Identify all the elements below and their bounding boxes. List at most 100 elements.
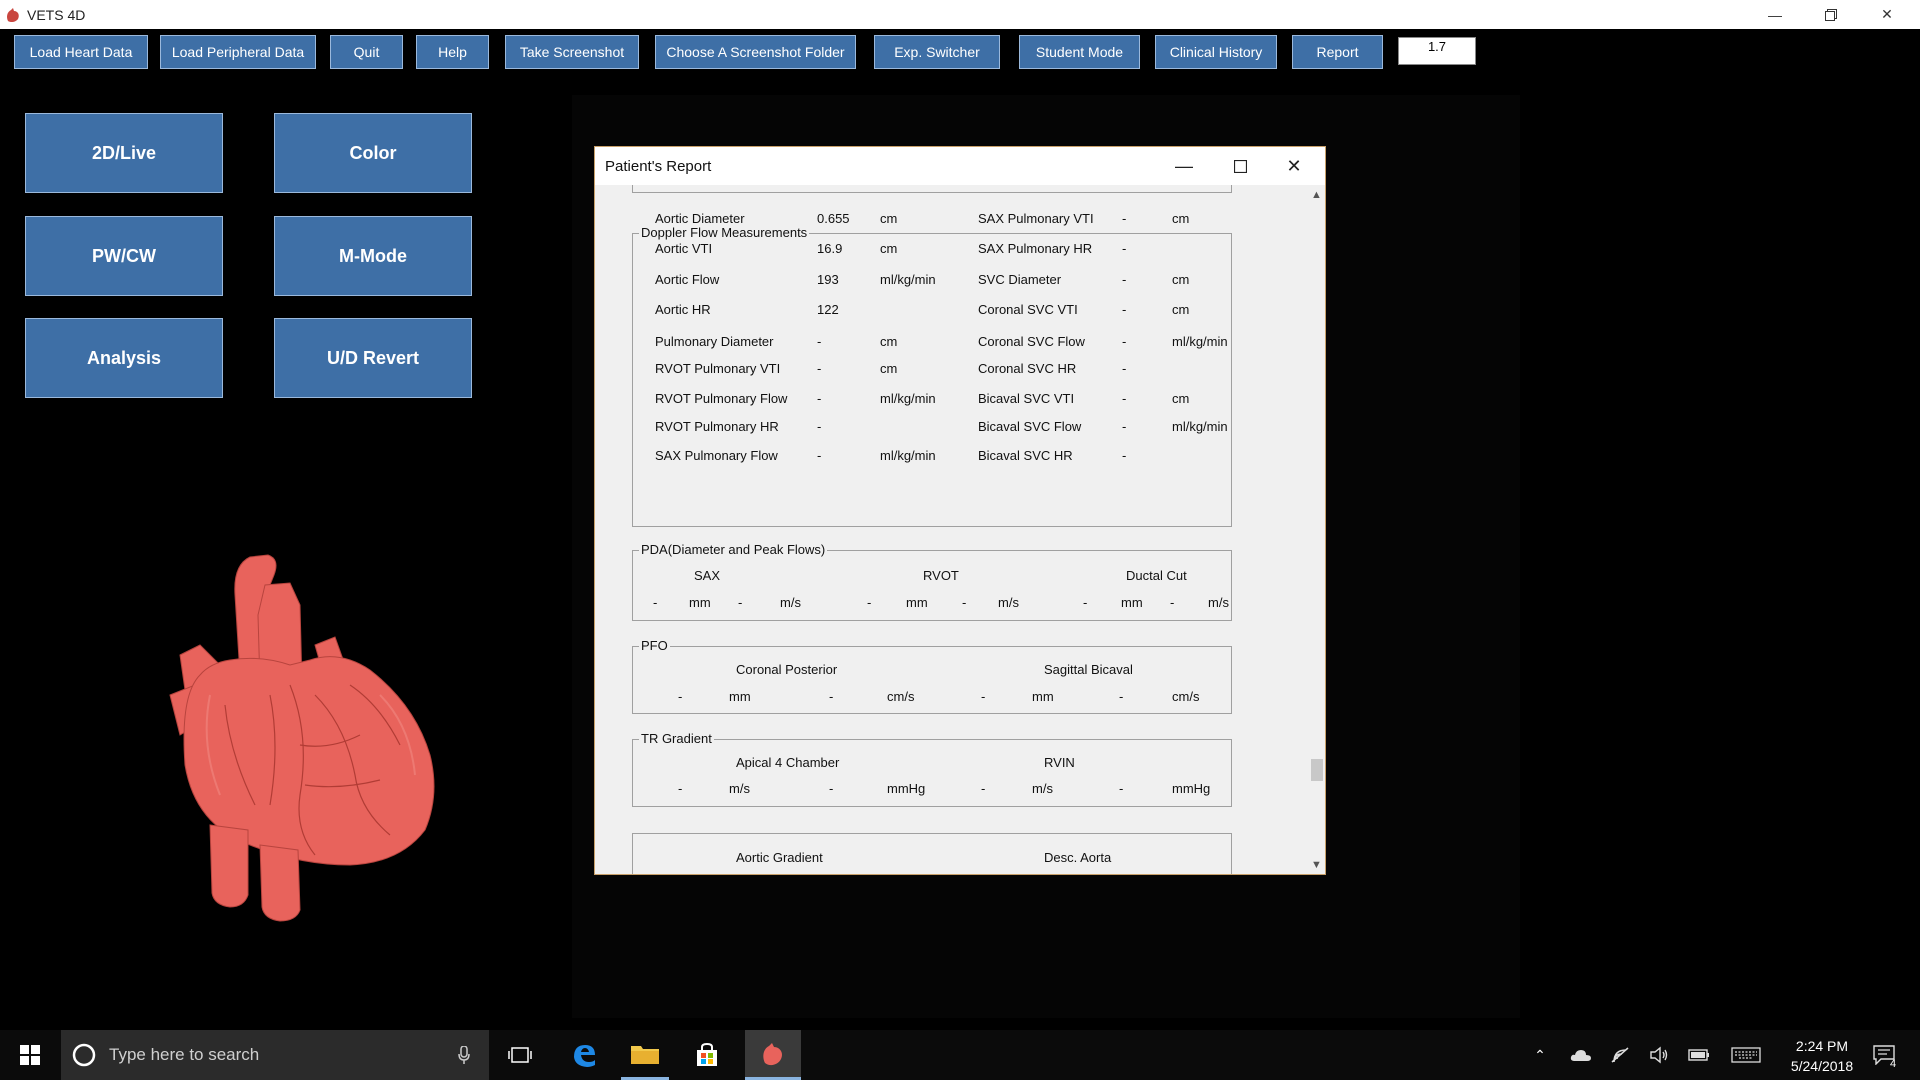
doppler-left-value: - xyxy=(817,391,822,406)
tr-apical-b: - xyxy=(829,781,834,796)
doppler-right-value: - xyxy=(1122,391,1127,406)
doppler-left-unit: cm xyxy=(880,334,898,349)
pw-cw-button[interactable]: PW/CW xyxy=(25,216,223,296)
value-field[interactable]: 1.7 xyxy=(1398,37,1476,65)
pda-header-rvot: RVOT xyxy=(923,568,959,583)
clinical-history-button[interactable]: Clinical History xyxy=(1155,35,1277,69)
pda-sax-diam: - xyxy=(653,595,658,610)
doppler-right-label: Bicaval SVC VTI xyxy=(978,391,1075,406)
doppler-right-value: - xyxy=(1122,361,1127,376)
take-screenshot-button[interactable]: Take Screenshot xyxy=(505,35,639,69)
load-heart-data-button[interactable]: Load Heart Data xyxy=(14,35,148,69)
onedrive-icon[interactable] xyxy=(1564,1030,1598,1080)
doppler-right-unit: cm xyxy=(1172,272,1190,287)
doppler-left-label: RVOT Pulmonary Flow xyxy=(655,391,788,406)
volume-icon[interactable] xyxy=(1642,1030,1676,1080)
report-maximize-icon[interactable] xyxy=(1217,147,1263,185)
search-placeholder: Type here to search xyxy=(109,1045,260,1064)
windows-start-icon[interactable] xyxy=(6,1030,54,1080)
doppler-right-value: - xyxy=(1122,419,1127,434)
doppler-right-value: - xyxy=(1122,302,1127,317)
pfo-coronal-b-unit: cm/s xyxy=(887,689,915,704)
toolbar: Load Heart Data Load Peripheral Data Qui… xyxy=(0,29,1920,75)
analysis-button[interactable]: Analysis xyxy=(25,318,223,398)
pda-sax-flow: - xyxy=(738,595,743,610)
report-button[interactable]: Report xyxy=(1292,35,1383,69)
tr-gradient-group xyxy=(632,739,1232,807)
edge-browser-icon[interactable] xyxy=(560,1030,608,1080)
patients-report-window: Patient's Report — ✕ Doppler Flow Measur… xyxy=(594,146,1326,875)
m-mode-button[interactable]: M-Mode xyxy=(274,216,472,296)
heart-3d-model[interactable] xyxy=(140,545,450,925)
doppler-flow-title: Doppler Flow Measurements xyxy=(639,225,810,240)
ud-revert-button[interactable]: U/D Revert xyxy=(274,318,472,398)
doppler-left-label: Aortic Flow xyxy=(655,272,720,287)
report-title: Patient's Report xyxy=(605,158,712,175)
color-button[interactable]: Color xyxy=(274,113,472,193)
student-mode-button[interactable]: Student Mode xyxy=(1019,35,1140,69)
doppler-left-label: Aortic Diameter xyxy=(655,211,745,226)
taskbar-clock[interactable]: 2:24 PM 5/24/2018 xyxy=(1777,1036,1867,1076)
store-icon[interactable] xyxy=(683,1030,731,1080)
aortic-gradient-header: Aortic Gradient xyxy=(736,850,823,865)
scroll-up-icon[interactable]: ▲ xyxy=(1311,189,1322,201)
close-icon[interactable]: ✕ xyxy=(1864,0,1910,29)
scroll-thumb[interactable] xyxy=(1311,759,1323,781)
vets4d-taskbar-icon[interactable] xyxy=(745,1030,801,1080)
doppler-right-unit: cm xyxy=(1172,391,1190,406)
report-title-bar: Patient's Report — ✕ xyxy=(595,147,1325,185)
task-view-icon[interactable] xyxy=(496,1030,544,1080)
pda-ductal-flow-unit: m/s xyxy=(1208,595,1229,610)
2d-live-button[interactable]: 2D/Live xyxy=(25,113,223,193)
report-close-icon[interactable]: ✕ xyxy=(1271,147,1317,185)
doppler-right-value: - xyxy=(1122,272,1127,287)
doppler-left-value: - xyxy=(817,361,822,376)
app-title: VETS 4D xyxy=(27,6,86,23)
doppler-left-label: Aortic HR xyxy=(655,302,711,317)
tr-apical-b-unit: mmHg xyxy=(887,781,926,796)
microphone-icon[interactable] xyxy=(458,1046,470,1064)
doppler-right-unit: ml/kg/min xyxy=(1172,419,1228,434)
battery-icon[interactable] xyxy=(1682,1030,1716,1080)
show-hidden-icons-icon[interactable]: ⌃ xyxy=(1523,1030,1557,1080)
report-scrollbar[interactable]: ▲ ▼ xyxy=(1309,185,1325,874)
doppler-left-label: RVOT Pulmonary HR xyxy=(655,419,779,434)
pda-ductal-diam: - xyxy=(1083,595,1088,610)
pfo-sagittal-b: - xyxy=(1119,689,1124,704)
taskbar-search[interactable]: Type here to search xyxy=(61,1030,489,1080)
report-minimize-icon[interactable]: — xyxy=(1161,147,1207,185)
exp-switcher-button[interactable]: Exp. Switcher xyxy=(874,35,1000,69)
doppler-left-label: Aortic VTI xyxy=(655,241,713,256)
quit-button[interactable]: Quit xyxy=(330,35,403,69)
pda-ductal-diam-unit: mm xyxy=(1121,595,1143,610)
keyboard-icon[interactable] xyxy=(1728,1030,1764,1080)
doppler-right-unit: ml/kg/min xyxy=(1172,334,1228,349)
notification-count: 4 xyxy=(1890,1058,1897,1070)
file-explorer-icon[interactable] xyxy=(621,1030,669,1080)
taskbar: Type here to search ⌃ 2:24 PM 5/24/2018 … xyxy=(0,1030,1920,1080)
tr-header-apical: Apical 4 Chamber xyxy=(736,755,840,770)
doppler-right-value: - xyxy=(1122,211,1127,226)
doppler-right-unit: cm xyxy=(1172,211,1190,226)
doppler-right-value: - xyxy=(1122,241,1127,256)
desc-aorta-header: Desc. Aorta xyxy=(1044,850,1112,865)
doppler-left-unit: cm xyxy=(880,241,898,256)
action-center-icon[interactable]: 4 xyxy=(1864,1030,1904,1080)
doppler-right-label: Coronal SVC VTI xyxy=(978,302,1078,317)
doppler-right-label: Coronal SVC Flow xyxy=(978,334,1085,349)
pfo-group xyxy=(632,646,1232,714)
scroll-down-icon[interactable]: ▼ xyxy=(1311,859,1322,871)
report-content[interactable]: Doppler Flow Measurements PDA(Diameter a… xyxy=(595,185,1309,874)
pda-ductal-flow: - xyxy=(1170,595,1175,610)
doppler-left-value: 16.9 xyxy=(817,241,843,256)
pda-header-ductal-cut: Ductal Cut xyxy=(1126,568,1187,583)
wifi-icon[interactable] xyxy=(1603,1030,1637,1080)
choose-screenshot-folder-button[interactable]: Choose A Screenshot Folder xyxy=(655,35,856,69)
load-peripheral-data-button[interactable]: Load Peripheral Data xyxy=(160,35,316,69)
minimize-icon[interactable]: — xyxy=(1752,0,1798,29)
doppler-left-label: Pulmonary Diameter xyxy=(655,334,774,349)
doppler-left-value: 193 xyxy=(817,272,839,287)
restore-icon[interactable] xyxy=(1808,0,1854,29)
pfo-sagittal-a-unit: mm xyxy=(1032,689,1054,704)
help-button[interactable]: Help xyxy=(416,35,489,69)
